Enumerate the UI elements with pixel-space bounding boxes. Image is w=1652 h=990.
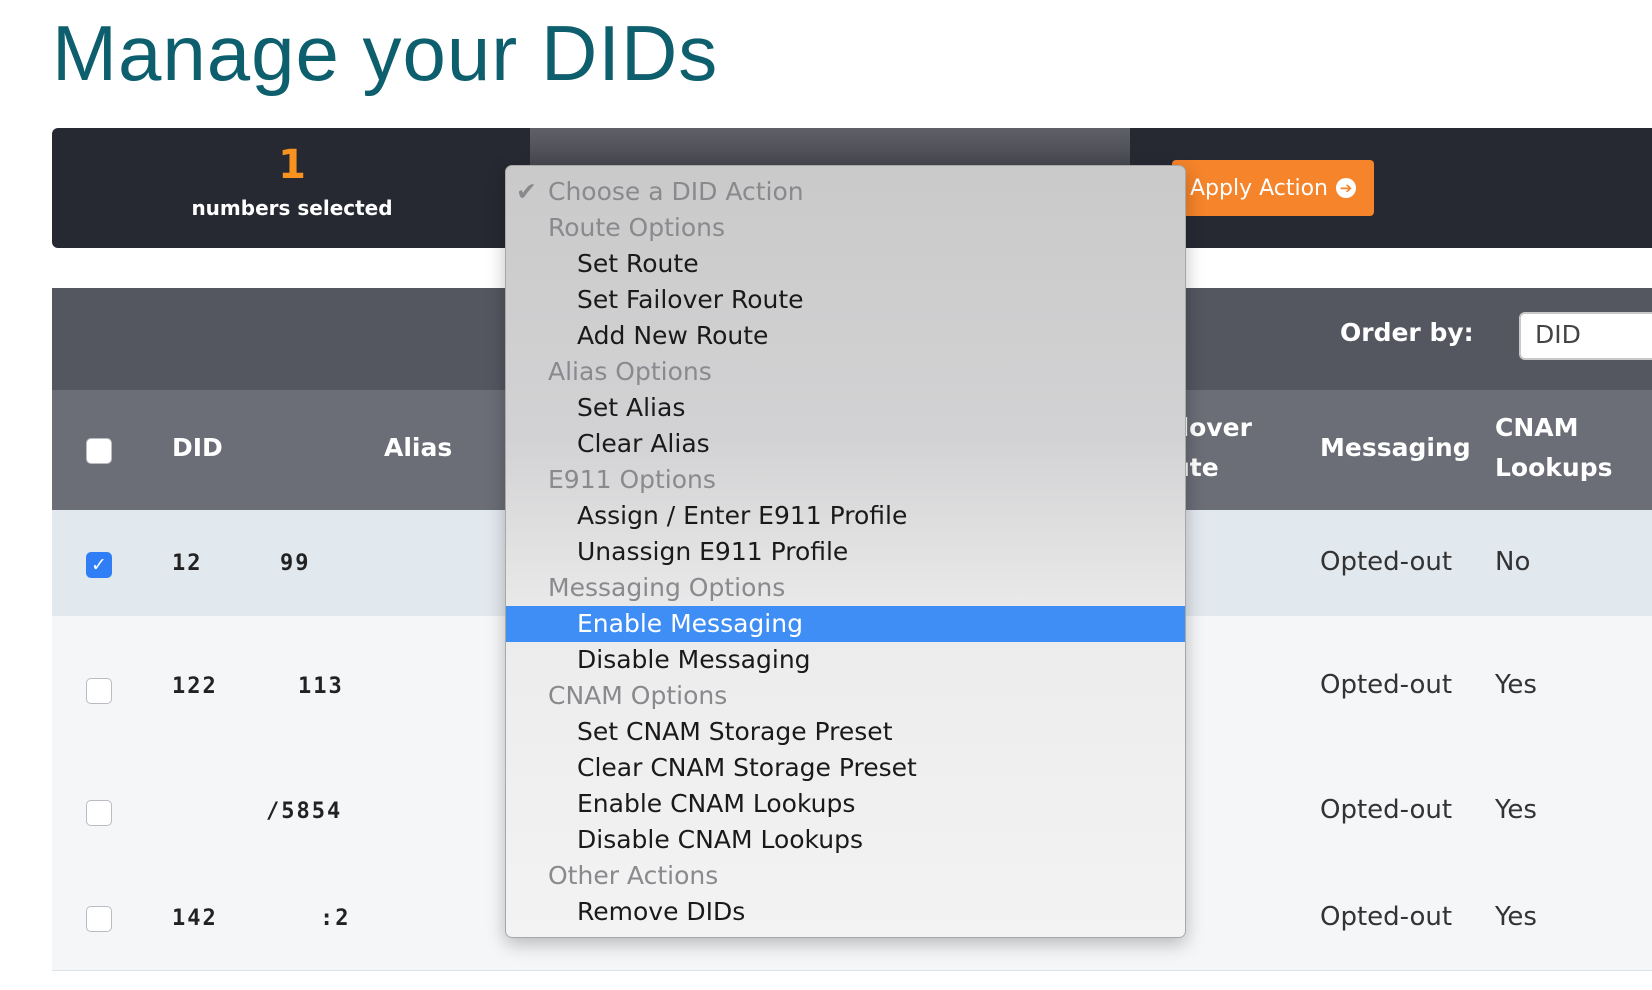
- dropdown-option[interactable]: Remove DIDs: [506, 894, 1185, 930]
- did-action-dropdown-menu: ✔ Choose a DID Action Route Options Set …: [505, 165, 1186, 938]
- dropdown-option[interactable]: Enable CNAM Lookups: [506, 786, 1185, 822]
- dropdown-group-header: Other Actions: [548, 861, 719, 890]
- dropdown-option[interactable]: Clear CNAM Storage Preset: [506, 750, 1185, 786]
- header-alias[interactable]: Alias: [384, 428, 452, 468]
- messaging-status: Opted-out: [1320, 670, 1453, 700]
- messaging-status: Opted-out: [1320, 547, 1453, 577]
- did-number-part: /5854: [266, 799, 343, 824]
- row-checkbox[interactable]: [86, 678, 112, 704]
- page-title: Manage your DIDs: [52, 9, 719, 97]
- cnam-lookups-status: Yes: [1495, 795, 1537, 825]
- row-checkbox[interactable]: [86, 800, 112, 826]
- row-checkbox[interactable]: [86, 906, 112, 932]
- did-number-part: 113: [298, 674, 344, 699]
- dropdown-option[interactable]: Clear Alias: [506, 426, 1185, 462]
- dropdown-group-header: E911 Options: [548, 465, 716, 494]
- selected-count: 1: [278, 142, 306, 188]
- messaging-status: Opted-out: [1320, 902, 1453, 932]
- did-number-part: 99: [280, 551, 311, 576]
- header-did[interactable]: DID: [172, 428, 223, 468]
- order-by-select[interactable]: DID: [1519, 312, 1652, 360]
- order-by-label: Order by:: [1340, 318, 1474, 347]
- dropdown-option[interactable]: Set Route: [506, 246, 1185, 282]
- messaging-status: Opted-out: [1320, 795, 1453, 825]
- dropdown-group-header: CNAM Options: [548, 681, 728, 710]
- selected-label: numbers selected: [191, 196, 393, 220]
- dropdown-option[interactable]: Disable Messaging: [506, 642, 1185, 678]
- option-label: Choose a DID Action: [548, 177, 804, 206]
- row-checkbox[interactable]: ✓: [86, 552, 112, 578]
- dropdown-option-highlighted[interactable]: Enable Messaging: [506, 606, 1185, 642]
- header-cnam-line2[interactable]: Lookups: [1495, 448, 1612, 488]
- dropdown-option[interactable]: Add New Route: [506, 318, 1185, 354]
- apply-action-button[interactable]: Apply Action ➔: [1172, 160, 1374, 216]
- did-number-part: 122: [172, 674, 218, 699]
- dropdown-group-header: Alias Options: [548, 357, 712, 386]
- dropdown-group-header: Messaging Options: [548, 573, 786, 602]
- header-messaging[interactable]: Messaging: [1320, 428, 1471, 468]
- arrow-circle-right-icon: ➔: [1336, 178, 1356, 198]
- dropdown-option[interactable]: Disable CNAM Lookups: [506, 822, 1185, 858]
- dropdown-option[interactable]: Set Failover Route: [506, 282, 1185, 318]
- dropdown-group-header: Route Options: [548, 213, 725, 242]
- header-cnam-line1[interactable]: CNAM: [1495, 408, 1579, 448]
- did-action-select[interactable]: [530, 128, 1130, 168]
- cnam-lookups-status: No: [1495, 547, 1531, 577]
- dropdown-option[interactable]: Unassign E911 Profile: [506, 534, 1185, 570]
- did-number-part: 12: [172, 551, 203, 576]
- dropdown-option-current[interactable]: ✔ Choose a DID Action: [506, 174, 1185, 210]
- did-number-part: :2: [320, 906, 351, 931]
- select-all-checkbox[interactable]: [86, 438, 112, 464]
- apply-action-label: Apply Action: [1189, 175, 1328, 201]
- cnam-lookups-status: Yes: [1495, 670, 1537, 700]
- dropdown-option[interactable]: Set CNAM Storage Preset: [506, 714, 1185, 750]
- dropdown-option[interactable]: Assign / Enter E911 Profile: [506, 498, 1185, 534]
- checkmark-icon: ✔: [516, 177, 537, 206]
- cnam-lookups-status: Yes: [1495, 902, 1537, 932]
- did-number-part: 142: [172, 906, 218, 931]
- dropdown-option[interactable]: Set Alias: [506, 390, 1185, 426]
